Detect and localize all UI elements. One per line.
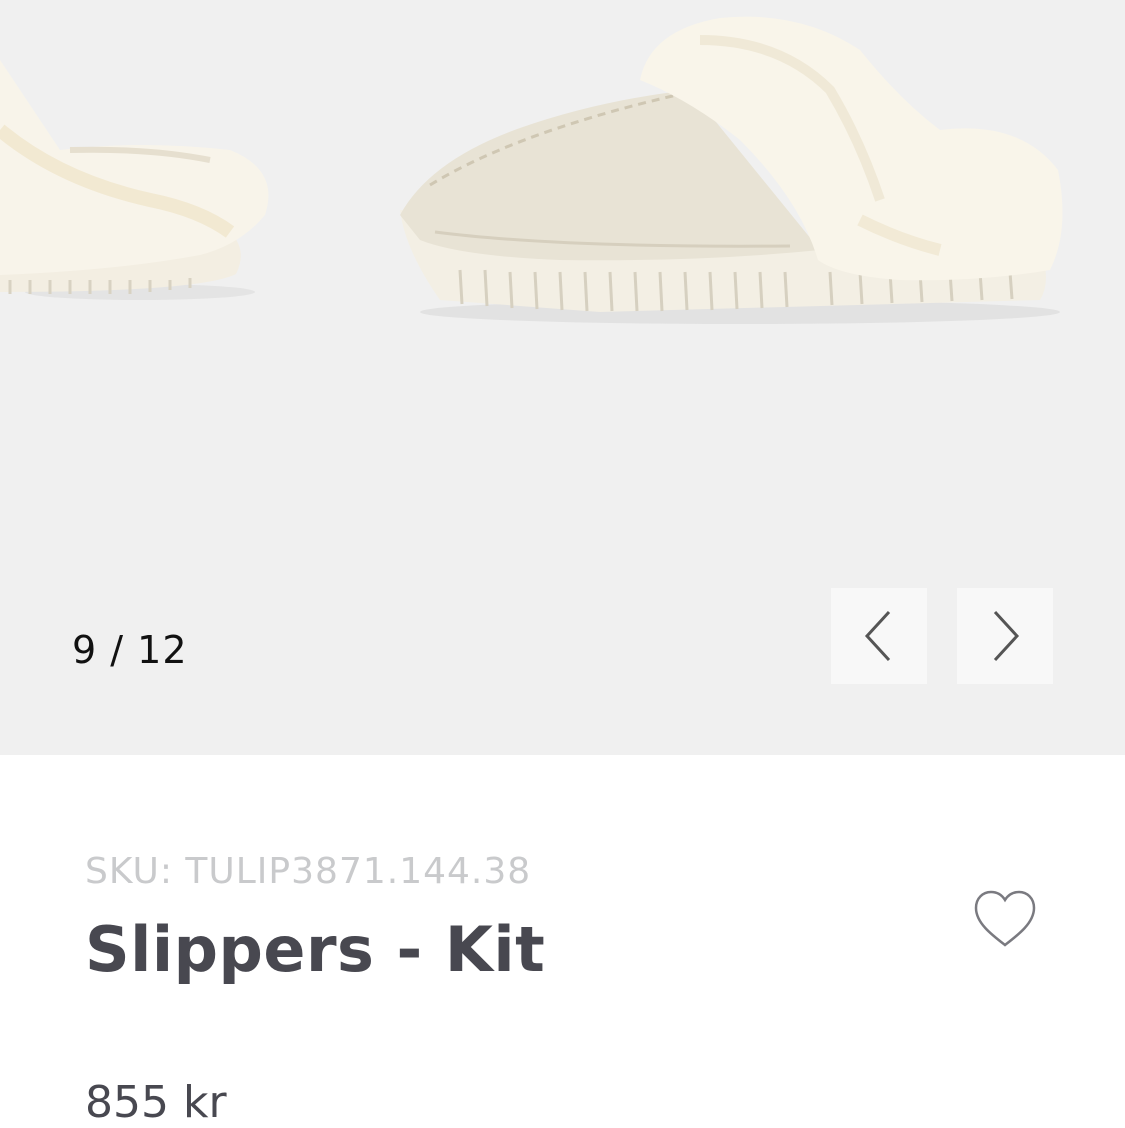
product-title: Slippers - Kit (85, 913, 546, 986)
previous-image-button[interactable] (831, 588, 927, 684)
image-counter: 9 / 12 (72, 628, 188, 672)
wishlist-button[interactable] (972, 889, 1038, 949)
product-sku: SKU: TULIP3871.144.38 (85, 851, 532, 892)
left-slipper (0, 60, 269, 300)
heart-outline-icon (974, 890, 1036, 947)
next-image-button[interactable] (957, 588, 1053, 684)
product-image-gallery[interactable]: 9 / 12 (0, 0, 1125, 755)
chevron-left-icon (864, 610, 891, 662)
right-slipper (400, 16, 1063, 324)
chevron-right-icon (993, 610, 1020, 662)
product-details: SKU: TULIP3871.144.38 Slippers - Kit 855… (0, 755, 1125, 1128)
product-price: 855 kr (85, 1077, 227, 1128)
